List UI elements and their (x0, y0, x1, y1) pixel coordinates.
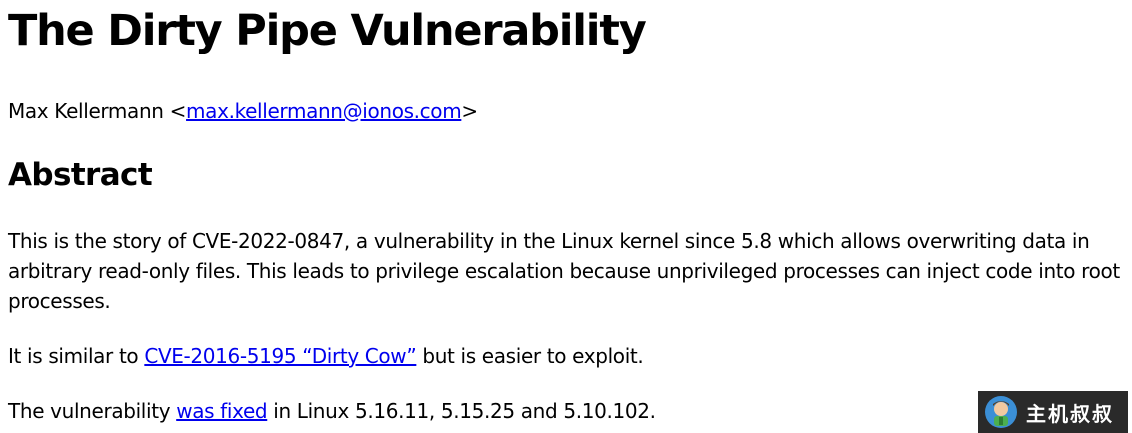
fix-text-after: in Linux 5.16.11, 5.15.25 and 5.10.102. (267, 399, 656, 423)
similarity-text-before: It is similar to (8, 344, 145, 368)
abstract-paragraph: This is the story of CVE-2022-0847, a vu… (8, 229, 1120, 313)
abstract-heading: Abstract (8, 157, 153, 193)
similarity-text-after: but is easier to exploit. (416, 344, 644, 368)
author-name: Max Kellermann (8, 99, 164, 123)
email-close-bracket: > (461, 99, 478, 123)
article: The Dirty Pipe Vulnerability Max Kellerm… (0, 5, 1132, 426)
was-fixed-link[interactable]: was fixed (176, 399, 267, 423)
fix-paragraph: The vulnerability was fixed in Linux 5.1… (8, 396, 1124, 426)
dirty-cow-link[interactable]: CVE-2016-5195 “Dirty Cow” (144, 344, 416, 368)
similarity-paragraph: It is similar to CVE-2016-5195 “Dirty Co… (8, 341, 1124, 371)
fix-text-before: The vulnerability (8, 399, 177, 423)
watermark-badge: 主机叔叔 (978, 391, 1128, 433)
author-email-link[interactable]: max.kellermann@ionos.com (186, 99, 462, 123)
mascot-icon (985, 396, 1017, 428)
author-line: Max Kellermann <max.kellermann@ionos.com… (8, 96, 1124, 126)
page-title: The Dirty Pipe Vulnerability (8, 6, 647, 56)
email-open-bracket: < (169, 99, 187, 123)
watermark-text: 主机叔叔 (1026, 401, 1114, 426)
